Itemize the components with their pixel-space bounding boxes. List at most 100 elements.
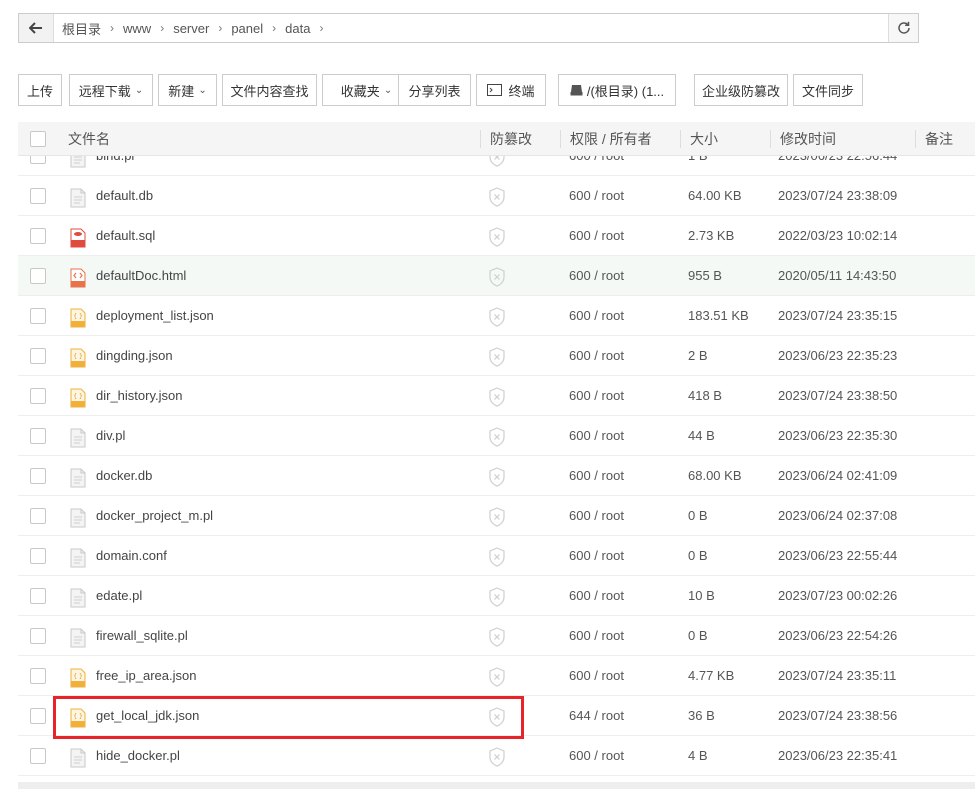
disk-button[interactable]: /(根目录) (1... <box>558 74 676 106</box>
shield-off-icon[interactable] <box>488 747 506 767</box>
file-permission[interactable]: 600 / root <box>569 736 624 776</box>
new-button[interactable]: 新建 ⌄ <box>158 74 217 106</box>
file-name[interactable]: dir_history.json <box>96 376 182 416</box>
table-row[interactable]: { } deployment_list.json 600 / root 183.51 … <box>18 296 975 336</box>
row-checkbox[interactable] <box>30 708 46 724</box>
shield-off-icon[interactable] <box>488 667 506 687</box>
file-name[interactable]: docker_project_m.pl <box>96 496 213 536</box>
row-checkbox[interactable] <box>30 548 46 564</box>
table-row[interactable]: hide_docker.pl 600 / root 4 B 2023/06/23 22… <box>18 736 975 776</box>
shield-off-icon[interactable] <box>488 156 506 167</box>
shield-off-icon[interactable] <box>488 427 506 447</box>
table-row[interactable]: default.db 600 / root 64.00 KB 2023/07/24 2… <box>18 176 975 216</box>
row-checkbox[interactable] <box>30 268 46 284</box>
back-button[interactable] <box>19 14 54 42</box>
terminal-button[interactable]: 终端 <box>476 74 546 106</box>
col-note[interactable]: 备注 <box>925 122 953 156</box>
file-permission[interactable]: 600 / root <box>569 296 624 336</box>
table-row[interactable]: default.sql 600 / root 2.73 KB 2022/03/23 1… <box>18 216 975 256</box>
breadcrumb-item[interactable]: panel › <box>231 21 285 36</box>
file-permission[interactable]: 600 / root <box>569 656 624 696</box>
file-permission[interactable]: 600 / root <box>569 536 624 576</box>
col-mtime[interactable]: 修改时间 <box>780 122 836 156</box>
file-name[interactable]: defaultDoc.html <box>96 256 186 296</box>
breadcrumb-item[interactable]: data › <box>285 21 332 36</box>
row-checkbox[interactable] <box>30 428 46 444</box>
table-row[interactable]: { } dir_history.json 600 / root 418 B 2023/0… <box>18 376 975 416</box>
row-checkbox[interactable] <box>30 348 46 364</box>
row-checkbox[interactable] <box>30 156 46 164</box>
upload-button[interactable]: 上传 <box>18 74 62 106</box>
table-row[interactable]: docker.db 600 / root 68.00 KB 2023/06/24 02… <box>18 456 975 496</box>
file-name[interactable]: edate.pl <box>96 576 142 616</box>
table-row[interactable]: div.pl 600 / root 44 B 2023/06/23 22:35:30 <box>18 416 975 456</box>
file-name[interactable]: free_ip_area.json <box>96 656 196 696</box>
breadcrumb-item[interactable]: server › <box>173 21 231 36</box>
row-checkbox[interactable] <box>30 308 46 324</box>
breadcrumb-item[interactable]: www › <box>123 21 173 36</box>
file-permission[interactable]: 600 / root <box>569 616 624 656</box>
table-row[interactable]: { } free_ip_area.json 600 / root 4.77 KB 202… <box>18 656 975 696</box>
file-sync-button[interactable]: 文件同步 <box>793 74 863 106</box>
file-name[interactable]: docker.db <box>96 456 152 496</box>
row-checkbox[interactable] <box>30 588 46 604</box>
table-row[interactable]: docker_project_m.pl 600 / root 0 B 2023/06/… <box>18 496 975 536</box>
table-row[interactable]: edate.pl 600 / root 10 B 2023/07/23 00:02:2… <box>18 576 975 616</box>
table-row[interactable]: firewall_sqlite.pl 600 / root 0 B 2023/06/2… <box>18 616 975 656</box>
file-permission[interactable]: 600 / root <box>569 496 624 536</box>
file-name[interactable]: bind.pl <box>96 156 134 176</box>
shield-off-icon[interactable] <box>488 307 506 327</box>
shield-off-icon[interactable] <box>488 587 506 607</box>
row-checkbox[interactable] <box>30 628 46 644</box>
col-protect[interactable]: 防篡改 <box>490 122 532 156</box>
tamper-proof-button[interactable]: 企业级防篡改 <box>694 74 788 106</box>
horizontal-scrollbar[interactable] <box>18 782 975 789</box>
col-size[interactable]: 大小 <box>690 122 718 156</box>
col-name[interactable]: 文件名 <box>68 122 110 156</box>
file-permission[interactable]: 600 / root <box>569 216 624 256</box>
row-checkbox[interactable] <box>30 468 46 484</box>
file-name[interactable]: hide_docker.pl <box>96 736 180 776</box>
shield-off-icon[interactable] <box>488 627 506 647</box>
shield-off-icon[interactable] <box>488 507 506 527</box>
file-permission[interactable]: 600 / root <box>569 176 624 216</box>
file-permission[interactable]: 600 / root <box>569 156 624 176</box>
refresh-button[interactable] <box>888 14 918 42</box>
row-checkbox[interactable] <box>30 748 46 764</box>
breadcrumb-item[interactable]: 根目录 › <box>62 19 123 38</box>
row-checkbox[interactable] <box>30 668 46 684</box>
row-checkbox[interactable] <box>30 388 46 404</box>
file-name[interactable]: domain.conf <box>96 536 167 576</box>
shield-off-icon[interactable] <box>488 467 506 487</box>
table-row[interactable]: defaultDoc.html 600 / root 955 B 2020/05/11… <box>18 256 975 296</box>
file-name[interactable]: firewall_sqlite.pl <box>96 616 188 656</box>
shield-off-icon[interactable] <box>488 547 506 567</box>
table-row[interactable]: domain.conf 600 / root 0 B 2023/06/23 22:55… <box>18 536 975 576</box>
table-row[interactable]: { } dingding.json 600 / root 2 B 2023/06/23 … <box>18 336 975 376</box>
select-all-checkbox[interactable] <box>30 131 46 147</box>
row-checkbox[interactable] <box>30 508 46 524</box>
shield-off-icon[interactable] <box>488 387 506 407</box>
table-row[interactable]: bind.pl 600 / root 1 B 2023/06/23 22:56:44 <box>18 156 975 176</box>
file-permission[interactable]: 600 / root <box>569 336 624 376</box>
file-permission[interactable]: 600 / root <box>569 416 624 456</box>
file-permission[interactable]: 600 / root <box>569 456 624 496</box>
shield-off-icon[interactable] <box>488 187 506 207</box>
remote-download-button[interactable]: 远程下载 ⌄ <box>69 74 153 106</box>
file-permission[interactable]: 644 / root <box>569 696 624 736</box>
file-name[interactable]: default.db <box>96 176 153 216</box>
file-permission[interactable]: 600 / root <box>569 376 624 416</box>
file-permission[interactable]: 600 / root <box>569 256 624 296</box>
content-search-button[interactable]: 文件内容查找 <box>222 74 317 106</box>
file-name[interactable]: dingding.json <box>96 336 173 376</box>
file-permission[interactable]: 600 / root <box>569 576 624 616</box>
file-name[interactable]: default.sql <box>96 216 155 256</box>
row-checkbox[interactable] <box>30 228 46 244</box>
share-list-button[interactable]: 分享列表 <box>398 74 471 106</box>
shield-off-icon[interactable] <box>488 267 506 287</box>
shield-off-icon[interactable] <box>488 347 506 367</box>
shield-off-icon[interactable] <box>488 227 506 247</box>
col-perm[interactable]: 权限 / 所有者 <box>570 122 652 156</box>
file-name[interactable]: deployment_list.json <box>96 296 214 336</box>
file-name[interactable]: div.pl <box>96 416 125 456</box>
